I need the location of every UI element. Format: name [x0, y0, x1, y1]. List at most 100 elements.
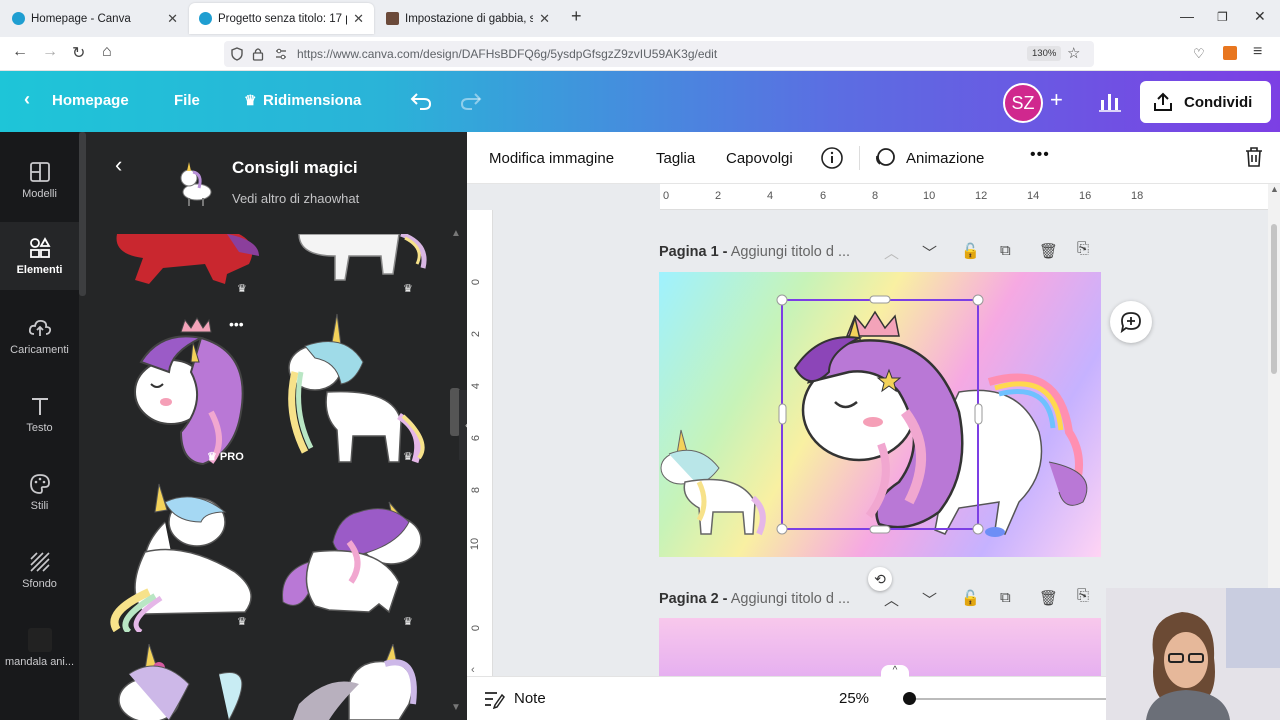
see-more-creator-link[interactable]: Vedi altro di zhaowhat	[232, 191, 359, 206]
ruler-scroll-left-icon[interactable]: ‹	[471, 664, 475, 676]
back-arrow-icon[interactable]: ‹	[115, 152, 122, 178]
close-window-icon[interactable]: ✕	[1254, 8, 1266, 25]
homepage-button[interactable]: Homepage	[52, 92, 129, 109]
add-member-icon[interactable]: +	[1050, 87, 1063, 113]
rail-item-modelli[interactable]: Modelli	[0, 146, 79, 220]
scroll-up-icon[interactable]: ▲	[451, 228, 461, 239]
resize-handle[interactable]	[869, 525, 891, 534]
element-thumbnail[interactable]: ♛	[109, 234, 264, 295]
chevron-left-icon[interactable]: ‹	[24, 89, 30, 110]
animate-button[interactable]: Animazione	[906, 150, 984, 167]
element-thumbnail[interactable]: ♛	[275, 312, 435, 467]
new-tab-icon[interactable]: +	[571, 6, 582, 27]
permissions-icon[interactable]	[274, 47, 288, 61]
user-avatar[interactable]: SZ	[1003, 83, 1043, 123]
add-page-icon[interactable]: ⎘	[1077, 587, 1089, 604]
design-page-1[interactable]	[659, 272, 1101, 557]
add-page-icon[interactable]: ⎘	[1077, 240, 1089, 257]
canvas-scrollbar-thumb[interactable]	[1271, 224, 1277, 374]
info-icon[interactable]	[820, 146, 844, 170]
element-thumbnail[interactable]	[109, 643, 269, 720]
rotate-icon[interactable]: ⟲	[868, 567, 892, 591]
menu-icon[interactable]: ≡	[1253, 43, 1262, 61]
element-thumbnail[interactable]: ♛	[289, 231, 439, 295]
forward-icon[interactable]: →	[42, 43, 58, 61]
rail-item-sfondo[interactable]: Sfondo	[0, 536, 79, 610]
redo-icon[interactable]	[460, 91, 482, 111]
flip-button[interactable]: Capovolgi	[726, 150, 793, 167]
chevron-up-icon[interactable]: ︿	[884, 242, 899, 263]
element-thumbnail[interactable]	[289, 642, 429, 720]
rail-item-caricamenti[interactable]: Caricamenti	[0, 302, 79, 376]
resize-handle[interactable]	[776, 294, 788, 306]
analytics-icon[interactable]	[1099, 90, 1121, 112]
resize-handle[interactable]	[972, 523, 984, 535]
close-tab-icon[interactable]: ✕	[353, 11, 364, 27]
rail-item-testo[interactable]: Testo	[0, 380, 79, 454]
chevron-up-icon[interactable]: ︿	[884, 589, 899, 610]
more-options-icon[interactable]: •••	[229, 316, 244, 332]
shield-icon[interactable]	[230, 47, 244, 61]
animate-icon[interactable]	[873, 146, 897, 170]
panel-left-scrollbar[interactable]	[79, 132, 86, 296]
element-thumbnail[interactable]: ♛	[269, 482, 434, 632]
rail-item-stili[interactable]: Stili	[0, 458, 79, 532]
lock-page-icon[interactable]: 🔓	[961, 242, 980, 260]
chevron-down-icon[interactable]: ﹀	[922, 242, 937, 263]
extension-icon[interactable]	[1223, 46, 1237, 60]
scroll-up-icon[interactable]: ▲	[1270, 184, 1279, 194]
more-options-icon[interactable]: •••	[1030, 146, 1050, 164]
element-thumbnail[interactable]: ♛	[105, 482, 265, 635]
home-icon[interactable]: ⌂	[102, 43, 112, 61]
zoom-slider-track[interactable]	[907, 698, 1107, 700]
design-page-2[interactable]	[659, 618, 1101, 676]
resize-handle[interactable]	[869, 295, 891, 304]
add-comment-button[interactable]	[1110, 301, 1152, 343]
rail-item-mandala[interactable]: mandala ani...	[0, 614, 79, 688]
resize-handle[interactable]	[776, 523, 788, 535]
file-menu-button[interactable]: File	[174, 92, 200, 109]
notes-icon[interactable]	[483, 689, 505, 709]
reload-icon[interactable]: ↻	[72, 43, 85, 63]
browser-tab[interactable]: Homepage - Canva ✕	[2, 3, 188, 34]
duplicate-page-icon[interactable]: ⧉	[1000, 589, 1011, 606]
element-thumbnail[interactable]: ••• ♛ PRO	[111, 312, 266, 467]
resize-handle[interactable]	[778, 403, 787, 425]
delete-page-icon[interactable]: 🗑	[1039, 589, 1058, 607]
unicorn-head-graphic[interactable]	[793, 310, 964, 529]
browser-tab-active[interactable]: Progetto senza titolo: 17 pollici ✕	[189, 3, 374, 34]
resize-handle[interactable]	[972, 294, 984, 306]
edit-image-button[interactable]: Modifica immagine	[489, 150, 614, 167]
lock-page-icon[interactable]: 🔓	[961, 589, 980, 607]
share-button[interactable]: Condividi	[1140, 81, 1271, 123]
url-text[interactable]: https://www.canva.com/design/DAFHsBDFQ6g…	[297, 47, 717, 61]
zoom-level[interactable]: 25%	[839, 690, 869, 707]
duplicate-page-icon[interactable]: ⧉	[1000, 242, 1011, 259]
close-tab-icon[interactable]: ✕	[167, 11, 178, 27]
close-tab-icon[interactable]: ✕	[539, 11, 550, 27]
resize-handle[interactable]	[974, 403, 983, 425]
notes-button[interactable]: Note	[514, 690, 546, 707]
page-title-input[interactable]: Aggiungi titolo d ...	[731, 591, 850, 607]
scroll-down-icon[interactable]: ▼	[451, 702, 461, 713]
crop-button[interactable]: Taglia	[656, 150, 695, 167]
small-unicorn-graphic[interactable]	[660, 429, 766, 536]
chevron-down-icon[interactable]: ﹀	[922, 589, 937, 610]
pocket-icon[interactable]: ♡	[1193, 46, 1205, 62]
lock-icon[interactable]	[252, 47, 264, 61]
browser-tab[interactable]: Impostazione di gabbia, smargi ✕	[376, 3, 560, 34]
expand-pages-icon[interactable]: ^	[881, 665, 909, 679]
trash-icon[interactable]	[1244, 146, 1264, 168]
rail-item-elementi[interactable]: Elementi	[0, 222, 79, 290]
page-title-input[interactable]: Aggiungi titolo d ...	[731, 244, 850, 260]
minimize-icon[interactable]: —	[1180, 8, 1194, 24]
address-bar[interactable]: https://www.canva.com/design/DAFHsBDFQ6g…	[224, 41, 1094, 67]
undo-icon[interactable]	[410, 91, 432, 111]
delete-page-icon[interactable]: 🗑	[1039, 242, 1058, 260]
zoom-slider-thumb[interactable]	[903, 692, 916, 705]
back-icon[interactable]: ←	[12, 43, 28, 61]
bookmark-star-icon[interactable]: ☆	[1067, 44, 1080, 62]
resize-button[interactable]: Ridimensiona	[263, 92, 361, 109]
zoom-indicator[interactable]: 130%	[1027, 46, 1062, 61]
restore-icon[interactable]: ❐	[1217, 10, 1228, 24]
